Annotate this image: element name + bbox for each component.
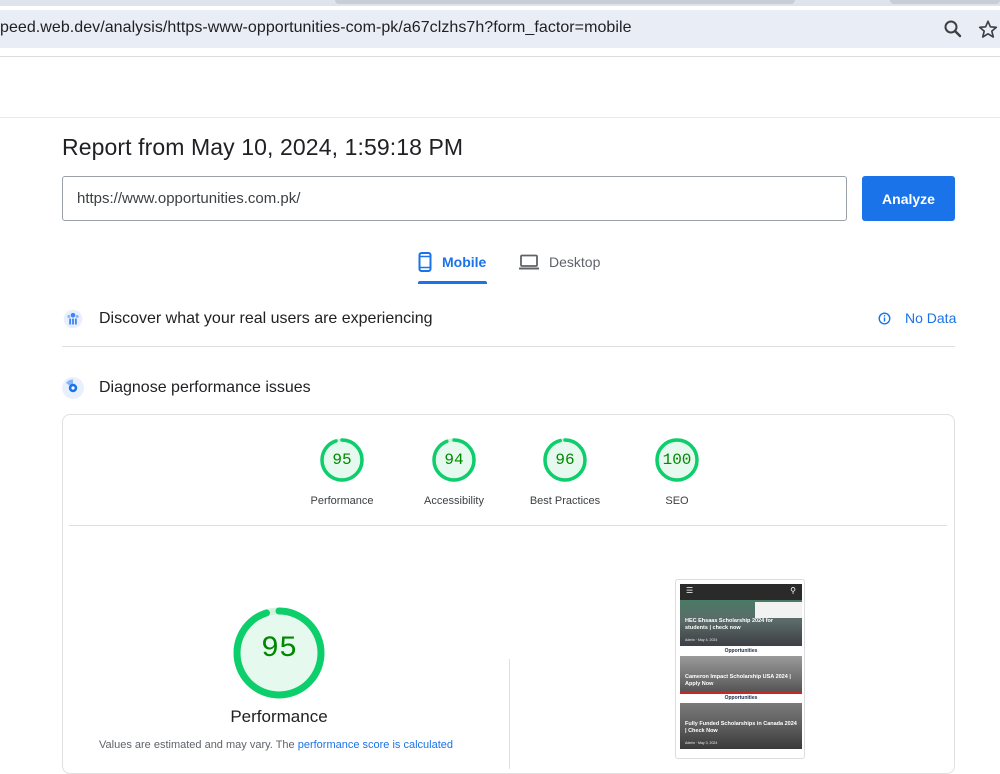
section-divider <box>62 346 955 347</box>
real-users-section[interactable]: Discover what your real users are experi… <box>62 304 955 334</box>
score-label: Accessibility <box>424 495 484 507</box>
screenshot-post-meta: Admin · May 3, 2024 <box>685 741 718 745</box>
score-gauge-seo[interactable]: 100 SEO <box>627 437 727 507</box>
zoom-icon[interactable] <box>943 19 963 39</box>
no-data-link[interactable]: No Data <box>878 309 956 327</box>
score-calculator-link[interactable]: performance score is calculated <box>298 739 453 751</box>
no-data-label: No Data <box>905 310 957 326</box>
analyze-button[interactable]: Analyze <box>862 176 955 221</box>
screenshot-brand: Opportunities <box>680 694 802 703</box>
browser-tabstrip <box>0 0 1000 6</box>
scores-card: 95 Performance 94 Accessibility 96 Best Pract… <box>62 414 955 774</box>
search-icon: ⚲ <box>790 586 796 595</box>
diagnose-label: Diagnose performance issues <box>99 379 311 396</box>
screenshot-post-card: Fully Funded Scholarships in Canada 2024… <box>680 703 802 749</box>
header-divider <box>0 117 1000 118</box>
crux-users-icon <box>63 309 83 329</box>
estimate-note-text: Values are estimated and may vary. The <box>99 739 298 751</box>
screenshot-post-meta: Admin · May 4, 2024 <box>685 638 718 642</box>
score-value: 94 <box>444 451 464 469</box>
score-label: Performance <box>310 495 374 507</box>
laptop-icon <box>519 254 539 270</box>
screenshot-post-title: Fully Funded Scholarships in Canada 2024… <box>685 721 797 734</box>
browser-tab[interactable] <box>335 0 795 4</box>
performance-score-label: Performance <box>230 707 328 726</box>
vertical-divider <box>509 659 510 769</box>
score-label: SEO <box>665 495 689 507</box>
hamburger-icon: ☰ <box>686 586 694 595</box>
tab-mobile-label: Mobile <box>442 254 487 270</box>
screenshot-topbar: ☰ ⚲ <box>680 584 802 600</box>
screenshot-post-title: HEC Ehsaas Scholarship 2024 for students… <box>685 618 774 631</box>
score-value: 100 <box>662 451 692 469</box>
screenshot-brand: Opportunities <box>680 647 802 656</box>
screenshot-post-card: HEC Ehsaas Scholarship 2024 for students… <box>680 600 802 646</box>
lighthouse-icon <box>62 377 84 399</box>
page-screenshot-screen: ☰ ⚲ HEC Ehsaas Scholarship 2024 for stud… <box>680 584 802 756</box>
browser-toolbar: peed.web.dev/analysis/https-www-opportun… <box>0 0 1000 57</box>
scores-divider <box>69 525 947 526</box>
tab-selected-indicator <box>418 281 487 284</box>
url-input[interactable] <box>62 176 847 221</box>
tab-desktop-label: Desktop <box>549 254 601 270</box>
page-title: Report from May 10, 2024, 1:59:18 PM <box>62 134 464 160</box>
star-icon[interactable] <box>978 19 998 39</box>
smartphone-icon <box>418 252 432 272</box>
device-tabs: Mobile Desktop <box>410 240 620 284</box>
address-bar-url[interactable]: peed.web.dev/analysis/https-www-opportun… <box>0 19 632 37</box>
score-value: 96 <box>555 451 575 469</box>
tab-mobile[interactable]: Mobile <box>418 240 487 284</box>
score-gauge-performance[interactable]: 95 Performance <box>292 437 392 507</box>
score-value: 95 <box>332 451 352 469</box>
estimate-note: Values are estimated and may vary. The p… <box>99 739 499 751</box>
diagnose-section: Diagnose performance issues <box>62 373 955 403</box>
real-users-label: Discover what your real users are experi… <box>99 310 433 327</box>
performance-gauge-large: 95 <box>229 603 329 703</box>
page-screenshot: ☰ ⚲ HEC Ehsaas Scholarship 2024 for stud… <box>675 579 805 759</box>
browser-tab[interactable] <box>890 0 1000 4</box>
performance-score-value: 95 <box>260 632 297 666</box>
score-label: Best Practices <box>529 495 601 507</box>
tab-desktop[interactable]: Desktop <box>519 240 614 284</box>
info-icon <box>878 311 891 325</box>
score-gauge-best-practices[interactable]: 96 Best Practices <box>515 437 615 507</box>
score-gauge-accessibility[interactable]: 94 Accessibility <box>404 437 504 507</box>
address-bar[interactable]: peed.web.dev/analysis/https-www-opportun… <box>0 10 1000 48</box>
app-header <box>0 57 1000 118</box>
screenshot-post-title: Cameron Impact Scholarship USA 2024 | Ap… <box>685 674 791 687</box>
